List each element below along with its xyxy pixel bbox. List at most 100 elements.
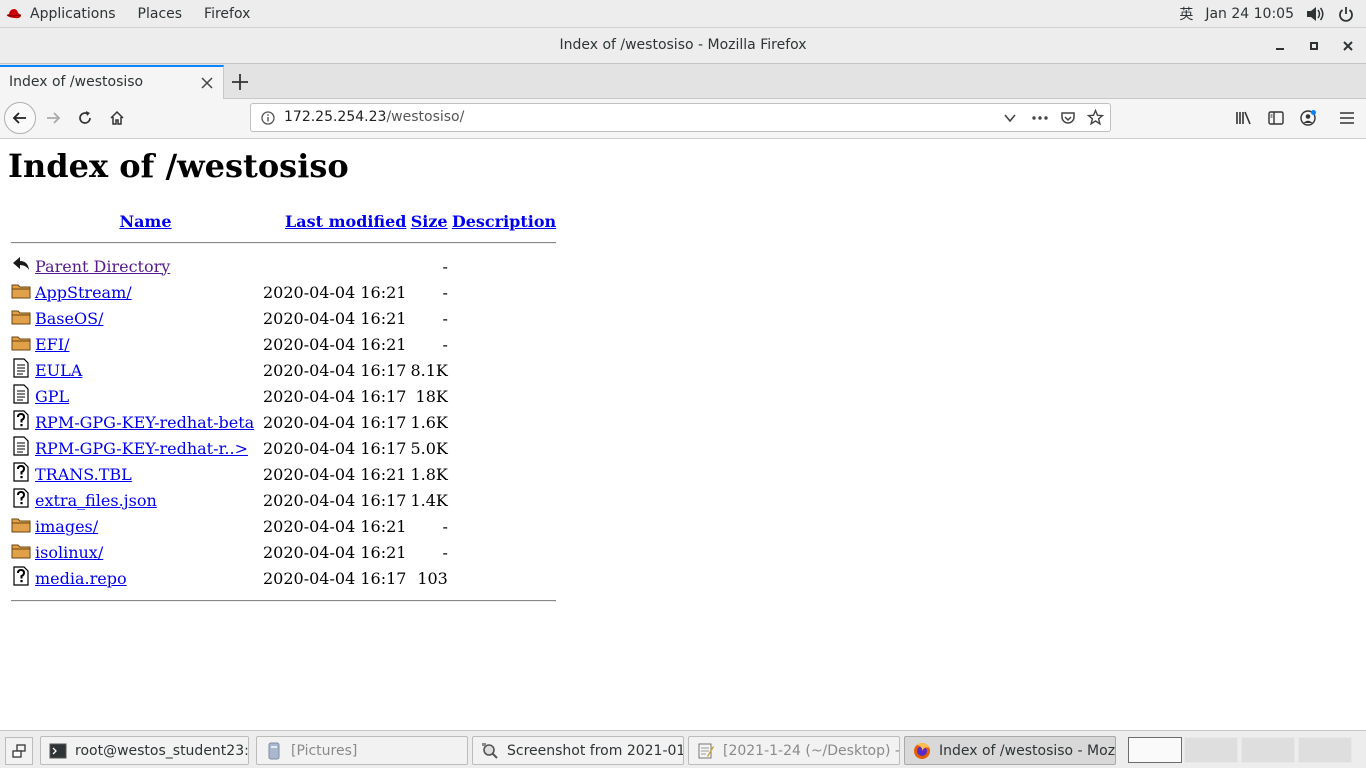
close-tab-icon[interactable] [201, 77, 213, 89]
show-desktop-button[interactable] [5, 737, 33, 765]
description-cell [451, 332, 557, 356]
size-cell: - [442, 334, 448, 354]
last-modified-cell: 2020-04-04 16:17 [263, 438, 407, 458]
name-cell: media.repo [34, 566, 257, 590]
applications-menu[interactable]: Applications [0, 0, 127, 28]
folder-icon [10, 306, 32, 330]
tab-strip: Index of /westosiso [0, 64, 1366, 99]
back-button[interactable] [4, 102, 36, 134]
file-link[interactable]: images/ [35, 517, 98, 536]
unknown-file-icon [10, 462, 32, 486]
taskbar-item-firefox[interactable]: Index of /westosiso - Mozil... [904, 736, 1116, 765]
sort-by-size-link[interactable]: Size [411, 212, 448, 231]
sidebar-button[interactable] [1265, 107, 1287, 129]
last-modified-cell: 2020-04-04 16:21 [263, 334, 407, 354]
menu-button[interactable] [1336, 107, 1358, 129]
file-link[interactable]: BaseOS/ [35, 309, 103, 328]
size-cell: 1.8K [410, 464, 448, 484]
divider [11, 600, 557, 602]
table-row: media.repo 2020-04-04 16:17 103 [10, 566, 557, 590]
home-icon [110, 110, 124, 125]
folder-icon [10, 332, 32, 356]
window-title-bar[interactable]: Index of /westosiso - Mozilla Firefox [0, 28, 1366, 64]
size-cell: 5.0K [410, 438, 448, 458]
volume-icon[interactable] [1306, 6, 1326, 22]
bookmark-star-icon[interactable] [1087, 109, 1104, 126]
description-cell [451, 436, 557, 460]
description-cell [451, 566, 557, 590]
taskbar-item-terminal[interactable]: root@westos_student23:~ [40, 736, 249, 765]
file-link[interactable]: GPL [35, 387, 69, 406]
reload-button[interactable] [74, 107, 96, 129]
file-link[interactable]: EULA [35, 361, 82, 380]
description-cell [451, 488, 557, 512]
file-link[interactable]: AppStream/ [35, 283, 132, 302]
last-modified-cell: 2020-04-04 16:17 [263, 360, 407, 380]
minimize-icon [1276, 48, 1284, 50]
window-list-taskbar: root@westos_student23:~ [Pictures] Scree… [0, 730, 1366, 768]
reload-icon [79, 111, 91, 124]
account-button[interactable] [1297, 107, 1319, 129]
file-link[interactable]: Parent Directory [35, 257, 170, 276]
last-modified-cell: 2020-04-04 16:17 [263, 412, 407, 432]
tab-label: Index of /westosiso [9, 74, 144, 90]
screenshot-icon [482, 742, 498, 759]
table-row: extra_files.json 2020-04-04 16:17 1.4K [10, 488, 557, 512]
file-link[interactable]: media.repo [35, 569, 127, 588]
sort-by-name-link[interactable]: Name [119, 212, 171, 231]
taskbar-item-pictures[interactable]: [Pictures] [256, 736, 468, 765]
sort-by-last-modified-link[interactable]: Last modified [285, 212, 406, 231]
icon-column-header [10, 210, 32, 232]
page-actions-icon[interactable] [1031, 112, 1049, 124]
input-method-indicator[interactable]: 英 [1179, 4, 1193, 24]
new-tab-plus-icon[interactable] [229, 71, 251, 93]
last-modified-cell: 2020-04-04 16:17 [263, 490, 407, 510]
tab-index-westosiso[interactable]: Index of /westosiso [0, 65, 224, 99]
taskbar-item-text-editor[interactable]: [2021-1-24 (~/Desktop) - ... [688, 736, 900, 765]
size-cell: - [442, 308, 448, 328]
pocket-icon[interactable] [1060, 110, 1076, 126]
redhat-logo-icon [6, 8, 22, 18]
maximize-button[interactable] [1302, 34, 1326, 58]
url-bar[interactable]: 172.25.254.23/westosiso/ [250, 103, 1111, 132]
description-cell [451, 280, 557, 304]
file-link[interactable]: isolinux/ [35, 543, 103, 562]
sort-by-description-link[interactable]: Description [452, 212, 556, 231]
close-window-button[interactable] [1336, 34, 1360, 58]
chevron-down-icon[interactable] [1003, 112, 1017, 124]
description-cell [451, 410, 557, 434]
unknown-file-icon [10, 488, 32, 512]
table-row: RPM-GPG-KEY-redhat-r..> 2020-04-04 16:17 5… [10, 436, 557, 460]
clock[interactable]: Jan 24 10:05 [1205, 6, 1294, 22]
last-modified-cell: 2020-04-04 16:17 [263, 568, 407, 588]
forward-arrow-icon [47, 112, 61, 124]
name-column-header: Name [34, 210, 257, 232]
minimize-button[interactable] [1268, 34, 1292, 58]
library-button[interactable] [1233, 107, 1255, 129]
home-button[interactable] [106, 107, 128, 129]
table-row: EFI/2020-04-04 16:21 - [10, 332, 557, 356]
file-link[interactable]: RPM-GPG-KEY-redhat-beta [35, 413, 254, 432]
forward-button[interactable] [41, 108, 65, 128]
last-modified-cell: 2020-04-04 16:17 [263, 386, 407, 406]
text-editor-icon [698, 743, 714, 758]
taskbar-item-screenshot[interactable]: Screenshot from 2021-01... [472, 736, 684, 765]
size-cell: - [442, 256, 448, 276]
workspace-2[interactable] [1184, 737, 1238, 763]
url-text[interactable]: 172.25.254.23/westosiso/ [284, 109, 464, 125]
file-link[interactable]: TRANS.TBL [35, 465, 132, 484]
file-link[interactable]: EFI/ [35, 335, 70, 354]
size-cell: 1.6K [410, 412, 448, 432]
workspace-1[interactable] [1128, 737, 1182, 763]
description-cell [451, 540, 557, 564]
workspace-4[interactable] [1298, 737, 1352, 763]
name-cell: RPM-GPG-KEY-redhat-beta [34, 410, 257, 434]
file-link[interactable]: extra_files.json [35, 491, 157, 510]
power-icon[interactable] [1338, 6, 1354, 22]
site-info-icon[interactable] [261, 111, 275, 125]
file-link[interactable]: RPM-GPG-KEY-redhat-r..> [35, 439, 248, 458]
places-menu[interactable]: Places [127, 0, 194, 28]
workspace-3[interactable] [1241, 737, 1295, 763]
firefox-app-menu[interactable]: Firefox [193, 0, 261, 28]
description-cell [451, 306, 557, 330]
